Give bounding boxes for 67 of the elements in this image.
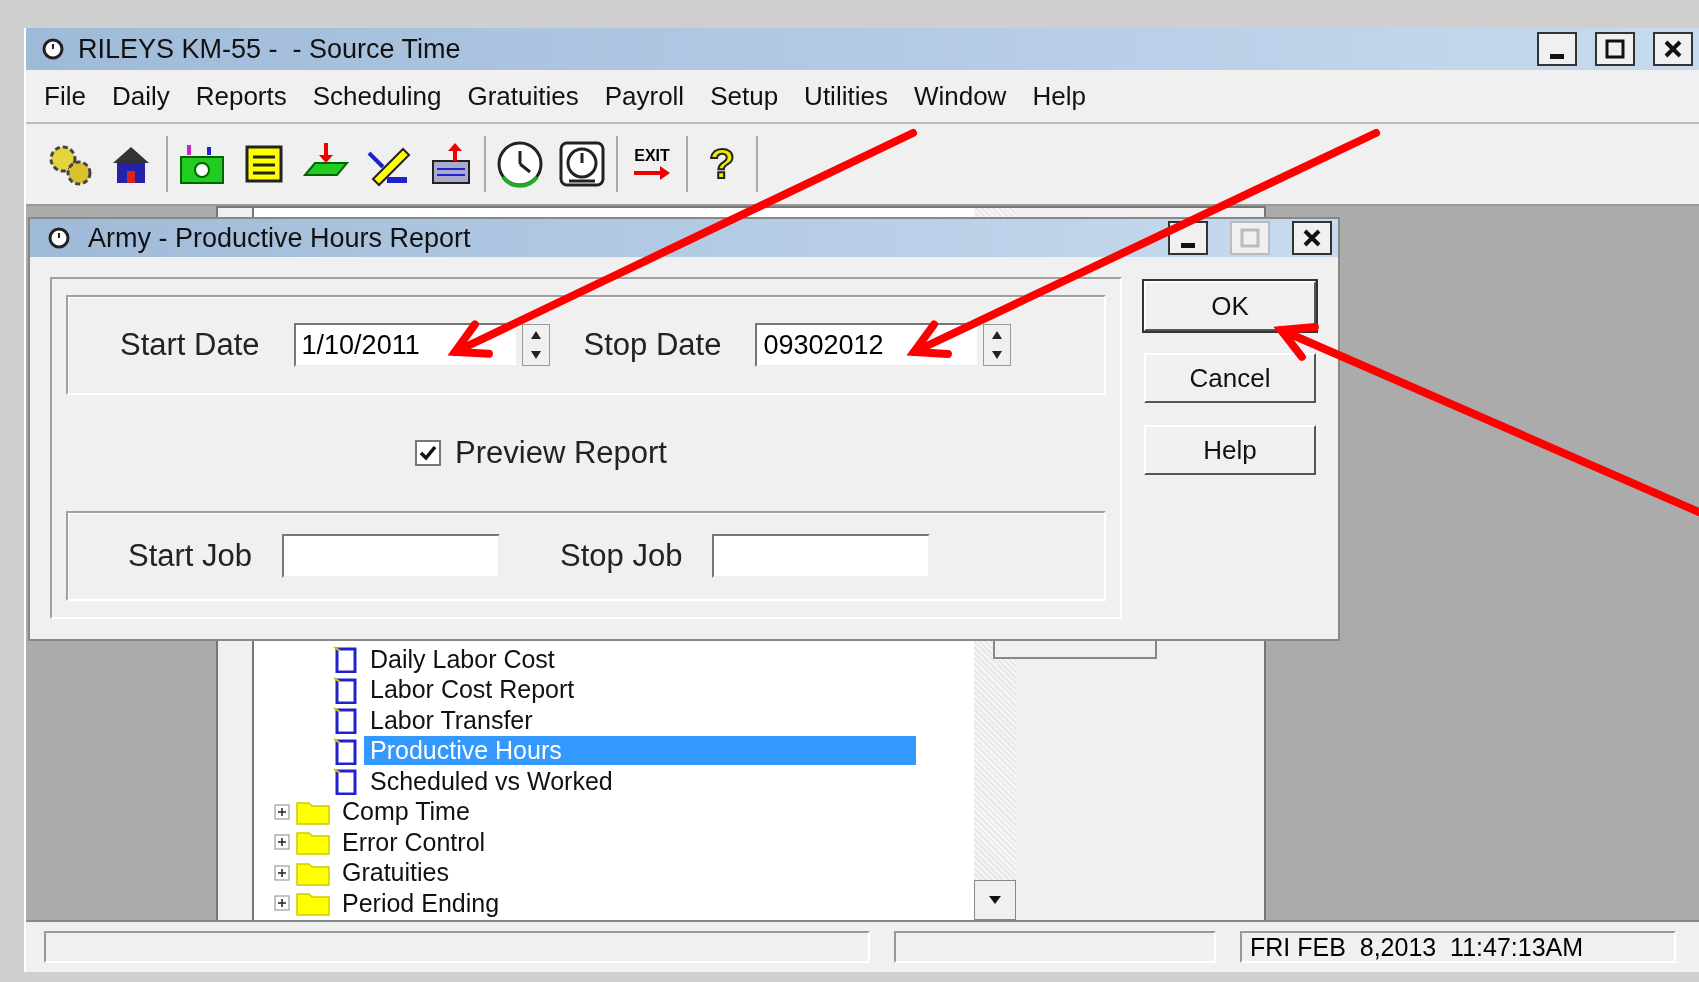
minimize-button[interactable] bbox=[1537, 32, 1577, 66]
clock-icon bbox=[46, 227, 72, 249]
spin-button[interactable] bbox=[983, 324, 1012, 366]
clock-icon[interactable] bbox=[495, 139, 545, 189]
menu-item[interactable]: Window bbox=[913, 80, 1033, 112]
field-label: Stop Job bbox=[560, 538, 683, 574]
dialog-title: Army - Productive Hours Report bbox=[88, 222, 472, 254]
document-icon bbox=[332, 645, 358, 674]
caret-up-icon bbox=[529, 330, 542, 340]
dialog-button[interactable]: Cancel bbox=[1144, 353, 1316, 403]
input-field[interactable] bbox=[712, 534, 931, 578]
field-label: Start Job bbox=[128, 538, 253, 574]
arrow-icon bbox=[632, 165, 672, 181]
tree-item[interactable]: Period Ending bbox=[336, 888, 506, 918]
folder-icon bbox=[296, 890, 330, 917]
dialog-button[interactable]: OK bbox=[1144, 281, 1316, 331]
menu-item[interactable]: Daily bbox=[111, 80, 196, 112]
menu-item[interactable]: Utilities bbox=[804, 80, 914, 112]
document-icon bbox=[332, 706, 358, 735]
expand-icon[interactable] bbox=[274, 803, 290, 820]
folder-icon bbox=[296, 829, 330, 856]
caret-down-icon bbox=[991, 350, 1004, 360]
field-label: Start Date bbox=[120, 327, 260, 363]
menu-item[interactable]: Scheduling bbox=[312, 80, 468, 112]
window-title: RILEYS KM-55 - - Source Time bbox=[78, 33, 462, 65]
maximize-icon bbox=[1605, 39, 1625, 59]
menu-item[interactable]: File bbox=[34, 80, 112, 112]
maximize-icon bbox=[1240, 228, 1260, 248]
menu-item[interactable]: Reports bbox=[195, 80, 313, 112]
tree-item[interactable]: Labor Cost Report bbox=[364, 675, 581, 705]
document-icon bbox=[332, 736, 358, 765]
caret-down-icon bbox=[529, 350, 542, 360]
close-button[interactable] bbox=[1653, 32, 1693, 66]
document-icon bbox=[332, 767, 358, 796]
expand-icon[interactable] bbox=[274, 895, 290, 912]
date-field[interactable]: 1/10/2011 bbox=[293, 323, 518, 367]
caret-up-icon bbox=[991, 330, 1004, 340]
menu-item[interactable]: Payroll bbox=[604, 80, 711, 112]
close-button[interactable] bbox=[1292, 221, 1332, 255]
clock-icon[interactable] bbox=[557, 139, 607, 189]
expand-icon[interactable] bbox=[274, 864, 290, 881]
close-icon bbox=[1663, 39, 1683, 59]
menu-item[interactable]: Help bbox=[1032, 80, 1112, 112]
document-icon bbox=[332, 675, 358, 704]
exit-button[interactable]: EXIT bbox=[632, 147, 672, 181]
scroll-down-icon[interactable] bbox=[988, 895, 1002, 905]
menu-item[interactable]: Gratuities bbox=[467, 80, 605, 112]
expand-icon[interactable] bbox=[274, 834, 290, 851]
tree-item[interactable]: Labor Transfer bbox=[364, 705, 539, 735]
tree-item[interactable]: Comp Time bbox=[336, 797, 476, 827]
maximize-button[interactable] bbox=[1595, 32, 1635, 66]
tree-item[interactable]: Daily Labor Cost bbox=[364, 644, 561, 674]
minimize-icon bbox=[1550, 54, 1564, 59]
tree-item[interactable]: Gratuities bbox=[336, 858, 455, 888]
checkbox[interactable] bbox=[415, 440, 442, 466]
menu-item[interactable]: Setup bbox=[710, 80, 805, 112]
close-icon bbox=[1302, 228, 1322, 248]
checkbox-label: Preview Report bbox=[455, 435, 667, 471]
input-field[interactable] bbox=[282, 534, 501, 578]
field-label: Stop Date bbox=[583, 327, 722, 363]
dialog-button[interactable]: Help bbox=[1144, 425, 1316, 475]
status-clock: FRI FEB 8,2013 11:47:13AM bbox=[1240, 931, 1676, 963]
spin-button[interactable] bbox=[521, 324, 550, 366]
clock-icon bbox=[40, 38, 66, 60]
tree-item[interactable]: Scheduled vs Worked bbox=[364, 766, 619, 796]
minimize-icon bbox=[1181, 243, 1195, 248]
tree-item[interactable]: Error Control bbox=[336, 827, 492, 857]
